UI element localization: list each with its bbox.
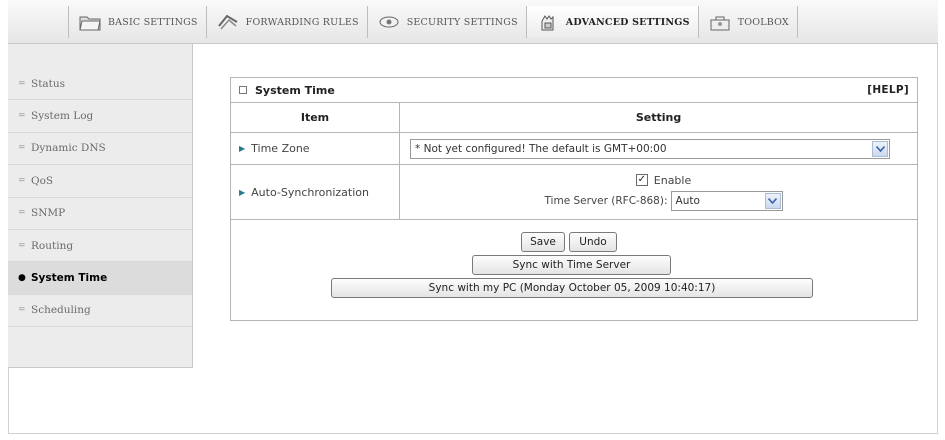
time-server-label: Time Server (RFC-868):: [544, 194, 668, 207]
right-triangle-icon: ▶: [239, 144, 246, 153]
hand-settings-icon: [535, 11, 561, 33]
column-header-setting: Setting: [635, 111, 682, 124]
sidebar-item-dynamic-dns[interactable]: = Dynamic DNS: [8, 133, 192, 166]
sync-time-server-button[interactable]: Sync with Time Server: [472, 255, 671, 275]
tab-label: TOOLBOX: [737, 16, 789, 28]
column-header-item: Item: [231, 103, 400, 132]
sidebar-item-label: SNMP: [31, 207, 66, 220]
bullet-icon: =: [18, 305, 26, 316]
active-bullet-icon: ●: [18, 273, 26, 284]
sidebar-item-label: Routing: [31, 239, 74, 252]
sidebar-item-scheduling[interactable]: = Scheduling: [8, 295, 192, 328]
sidebar-item-system-time[interactable]: ● System Time: [8, 262, 192, 295]
sidebar-item-label: QoS: [31, 174, 54, 187]
tab-label: ADVANCED SETTINGS: [565, 16, 690, 28]
enable-label: Enable: [653, 173, 692, 187]
sidebar-item-label: System Time: [31, 272, 108, 285]
bullet-icon: =: [18, 78, 26, 89]
time-zone-label: Time Zone: [251, 142, 310, 155]
sidebar-item-status[interactable]: = Status: [8, 68, 192, 101]
auto-sync-label-cell: ▶ Auto-Synchronization: [231, 165, 400, 219]
folder-icon: [77, 11, 103, 33]
sidebar-item-routing[interactable]: = Routing: [8, 230, 192, 263]
enable-checkbox[interactable]: ✓: [635, 174, 648, 186]
sidebar-item-label: Dynamic DNS: [31, 142, 106, 155]
time-server-select[interactable]: Auto: [670, 190, 783, 211]
sidebar-item-snmp[interactable]: = SNMP: [8, 198, 192, 230]
time-server-value: Auto: [675, 194, 700, 207]
panel-title: System Time: [255, 83, 335, 97]
nav-tabs: BASIC SETTINGS FORWARDING RULES SECURITY…: [68, 6, 798, 38]
sidebar-item-system-log[interactable]: = System Log: [8, 100, 192, 133]
sidebar-item-label: System Log: [31, 110, 94, 123]
bullet-icon: =: [18, 208, 26, 219]
panel-header: System Time [HELP]: [231, 78, 917, 103]
table-header-row: Item Setting: [231, 103, 917, 133]
sidebar-item-qos[interactable]: = QoS: [8, 165, 192, 198]
undo-button[interactable]: Undo: [569, 232, 617, 252]
bullet-icon: =: [18, 111, 26, 122]
tab-label: SECURITY SETTINGS: [406, 16, 518, 28]
bullet-icon: =: [18, 175, 26, 186]
bullet-icon: =: [18, 143, 26, 154]
chevron-down-icon: [872, 140, 888, 157]
system-time-panel: System Time [HELP] Item Setting ▶ Time Z…: [230, 77, 918, 321]
checkbox-square-icon: [239, 86, 247, 94]
bullet-icon: =: [18, 240, 26, 251]
chevron-down-icon: [764, 192, 781, 209]
sidebar-item-label: Status: [31, 77, 66, 90]
top-navigation: BASIC SETTINGS FORWARDING RULES SECURITY…: [8, 0, 938, 44]
right-triangle-icon: ▶: [239, 187, 246, 197]
sidebar-menu: = Status = System Log = Dynamic DNS = QoS = S…: [8, 68, 192, 328]
forward-arrows-icon: [215, 11, 241, 33]
button-area: Save Undo Sync with Time Server Sync wit…: [231, 220, 917, 319]
enable-line: ✓ Enable: [635, 173, 692, 187]
time-zone-setting-cell: * Not yet configured! The default is GMT…: [400, 133, 917, 164]
toolbox-icon: [707, 11, 733, 33]
tab-basic-settings[interactable]: BASIC SETTINGS: [68, 6, 207, 38]
tab-toolbox[interactable]: TOOLBOX: [699, 6, 798, 38]
time-zone-label-cell: ▶ Time Zone: [231, 133, 400, 164]
save-button[interactable]: Save: [521, 232, 565, 252]
time-zone-row: ▶ Time Zone * Not yet configured! The de…: [231, 133, 917, 165]
tab-label: BASIC SETTINGS: [108, 16, 198, 28]
sync-pc-button[interactable]: Sync with my PC (Monday October 05, 2009…: [331, 278, 813, 298]
tab-forwarding-rules[interactable]: FORWARDING RULES: [207, 6, 368, 38]
tab-security-settings[interactable]: SECURITY SETTINGS: [368, 6, 527, 38]
time-zone-select[interactable]: * Not yet configured! The default is GMT…: [410, 138, 890, 159]
sidebar-item-label: Scheduling: [31, 304, 91, 317]
time-zone-value: * Not yet configured! The default is GMT…: [415, 142, 667, 155]
auto-sync-label: Auto-Synchronization: [251, 185, 369, 199]
sidebar: = Status = System Log = Dynamic DNS = QoS = S…: [8, 44, 193, 368]
help-link[interactable]: [HELP]: [867, 84, 909, 96]
auto-sync-setting-cell: ✓ Enable Time Server (RFC-868): Auto: [400, 165, 917, 219]
tab-advanced-settings[interactable]: ADVANCED SETTINGS: [526, 6, 699, 38]
auto-sync-row: ▶ Auto-Synchronization ✓ Enable Time Ser…: [231, 165, 917, 220]
time-server-line: Time Server (RFC-868): Auto: [544, 190, 783, 211]
tab-label: FORWARDING RULES: [245, 16, 359, 28]
eye-lock-icon: [376, 11, 402, 33]
